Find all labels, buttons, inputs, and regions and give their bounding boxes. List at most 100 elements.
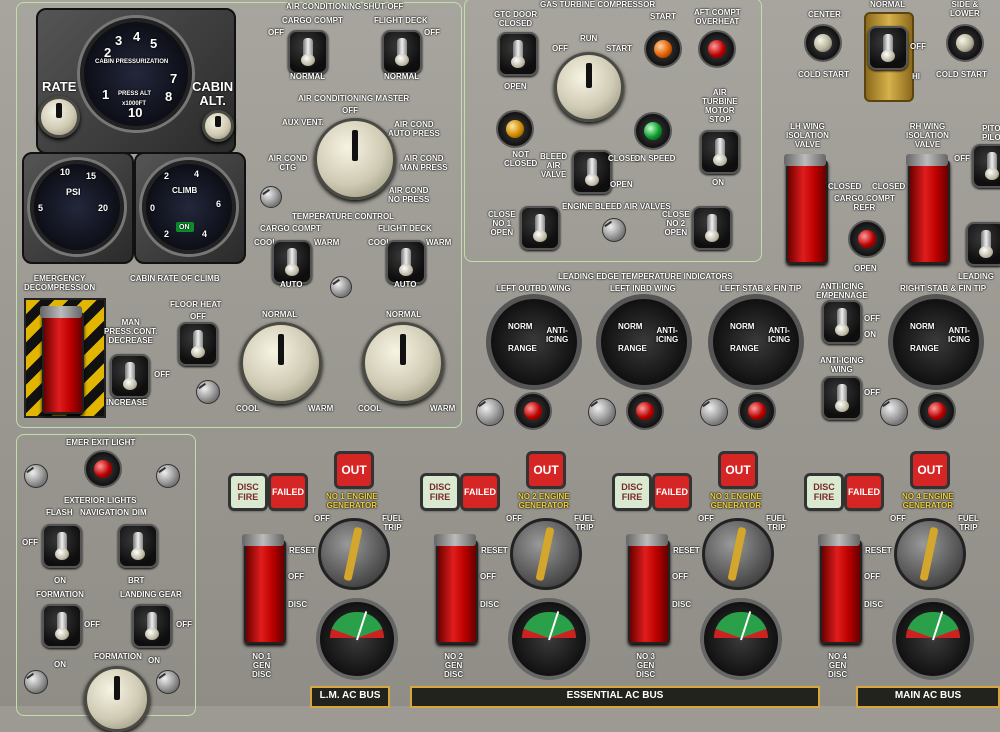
generator-guard[interactable] (242, 534, 286, 644)
gtc-aft-label: AFT COMPT OVERHEAT (694, 8, 741, 26)
out-button[interactable]: OUT (913, 454, 947, 486)
normal-hi: HI (912, 72, 920, 81)
temp-normal2: NORMAL (386, 310, 422, 319)
flash-toggle[interactable] (42, 524, 82, 568)
climb-tick-6: 6 (216, 199, 222, 209)
gen-disc-label: NO 2 GEN DISC (444, 652, 464, 679)
gtc-bleed2-toggle[interactable] (692, 206, 732, 250)
man-press-toggle[interactable] (110, 354, 150, 398)
screw (260, 186, 282, 208)
ac-shutoff-cargo-toggle[interactable] (288, 30, 328, 74)
le-range-4: RANGE (910, 344, 939, 353)
le-lamp-2 (626, 392, 664, 430)
emergency-decomp-switch[interactable] (40, 306, 84, 414)
temp-cool4: COOL (358, 404, 382, 413)
ac-master-knob[interactable] (314, 118, 396, 200)
formation-knob[interactable] (84, 666, 150, 732)
center-lamp (804, 24, 842, 62)
floor-heat-toggle[interactable] (178, 322, 218, 366)
le-lamp-3 (738, 392, 776, 430)
ext-formation: FORMATION (36, 590, 84, 599)
gtc-door: GTC DOOR CLOSED (494, 10, 538, 28)
gtc-air-turbine-toggle[interactable] (700, 130, 740, 174)
pito-toggle[interactable] (972, 144, 1000, 188)
ac-shutoff-flight: FLIGHT DECK (374, 16, 428, 25)
temp-warm3: WARM (308, 404, 334, 413)
failed-button[interactable]: FAILED (655, 476, 689, 508)
failed-button[interactable]: FAILED (847, 476, 881, 508)
ac-shutoff-flight-toggle[interactable] (382, 30, 422, 74)
gtc-knob[interactable] (554, 52, 624, 122)
lm-ac-bus: L.M. AC BUS (310, 686, 390, 708)
disc-fire-button[interactable]: DISC FIRE (807, 476, 841, 508)
ac-master-off: OFF (342, 106, 358, 115)
rh-wing-guard[interactable] (906, 154, 950, 264)
le-anti-2: ANTI- ICING (656, 326, 679, 344)
gtc-not-closed-lamp (496, 110, 534, 148)
generator-guard[interactable] (818, 534, 862, 644)
le-norm-2: NORM (618, 322, 643, 331)
generator-guard[interactable] (626, 534, 670, 644)
anti-emp-toggle[interactable] (822, 300, 862, 344)
failed-button[interactable]: FAILED (463, 476, 497, 508)
right-toggle-2[interactable] (966, 222, 1000, 266)
side-lower-lamp (946, 24, 984, 62)
out-button[interactable]: OUT (721, 454, 755, 486)
ext-off2: OFF (84, 620, 100, 629)
cargo-refr-open: OPEN (854, 264, 877, 273)
nav-toggle[interactable] (118, 524, 158, 568)
screw (24, 464, 48, 488)
failed-button[interactable]: FAILED (271, 476, 305, 508)
rate-knob[interactable] (38, 96, 80, 138)
disc-fire-button[interactable]: DISC FIRE (231, 476, 265, 508)
disc-fire-button[interactable]: DISC FIRE (615, 476, 649, 508)
normal-label: NORMAL (870, 0, 906, 9)
temp-flight-toggle[interactable] (386, 240, 426, 284)
generator-rotary[interactable] (318, 518, 390, 590)
gauge-tick-2: 2 (104, 45, 112, 60)
generator-name: NO 2 ENGINE GENERATOR (518, 492, 570, 510)
center-label: CENTER (808, 10, 841, 19)
screw (476, 398, 504, 426)
climb-tick-4: 4 (194, 169, 200, 179)
out-button[interactable]: OUT (337, 454, 371, 486)
gtc-bleed1-toggle[interactable] (520, 206, 560, 250)
cabin-alt-knob[interactable] (202, 110, 234, 142)
anti-emp-off: OFF (864, 314, 880, 323)
leading-edge-title: LEADING EDGE TEMPERATURE INDICATORS (558, 272, 733, 281)
landing-toggle[interactable] (132, 604, 172, 648)
temp-cargo-toggle[interactable] (272, 240, 312, 284)
le-lamp-4 (918, 392, 956, 430)
gtc-start-lamp (644, 30, 682, 68)
climb-tick-4b: 4 (202, 229, 208, 239)
gtc-start: START (606, 44, 633, 53)
rate-label: RATE (42, 79, 77, 94)
temp-cargo-knob[interactable] (240, 322, 322, 404)
gtc-close1: CLOSE NO 1 OPEN (488, 210, 516, 237)
gtc-title: GAS TURBINE COMPRESSOR (540, 0, 656, 9)
generator-guard[interactable] (434, 534, 478, 644)
gauge-tick-4: 4 (133, 29, 141, 44)
formation-toggle[interactable] (42, 604, 82, 648)
cabin-rate-of-climb-label: CABIN RATE OF CLIMB (130, 274, 220, 283)
essential-ac-bus: ESSENTIAL AC BUS (410, 686, 820, 708)
gtc-door-toggle[interactable] (498, 32, 538, 76)
cold-start1: COLD START (798, 70, 849, 79)
gen-fuel-trip: FUEL TRIP (574, 514, 595, 532)
out-button[interactable]: OUT (529, 454, 563, 486)
anti-emp-on: ON (864, 330, 876, 339)
temp-flight-knob[interactable] (362, 322, 444, 404)
anti-wing-toggle[interactable] (822, 376, 862, 420)
climb-tick-2: 2 (164, 171, 170, 181)
psi-tick-10: 10 (60, 167, 71, 177)
gtc-bleed-toggle[interactable] (572, 150, 612, 194)
ac-shutoff-off2: OFF (424, 28, 440, 37)
normal-toggle[interactable] (868, 26, 908, 70)
ext-flash: FLASH (46, 508, 73, 517)
gen-off2: OFF (288, 572, 304, 581)
generator-rotary[interactable] (702, 518, 774, 590)
disc-fire-button[interactable]: DISC FIRE (423, 476, 457, 508)
lh-wing-guard[interactable] (784, 154, 828, 264)
generator-rotary[interactable] (894, 518, 966, 590)
generator-rotary[interactable] (510, 518, 582, 590)
